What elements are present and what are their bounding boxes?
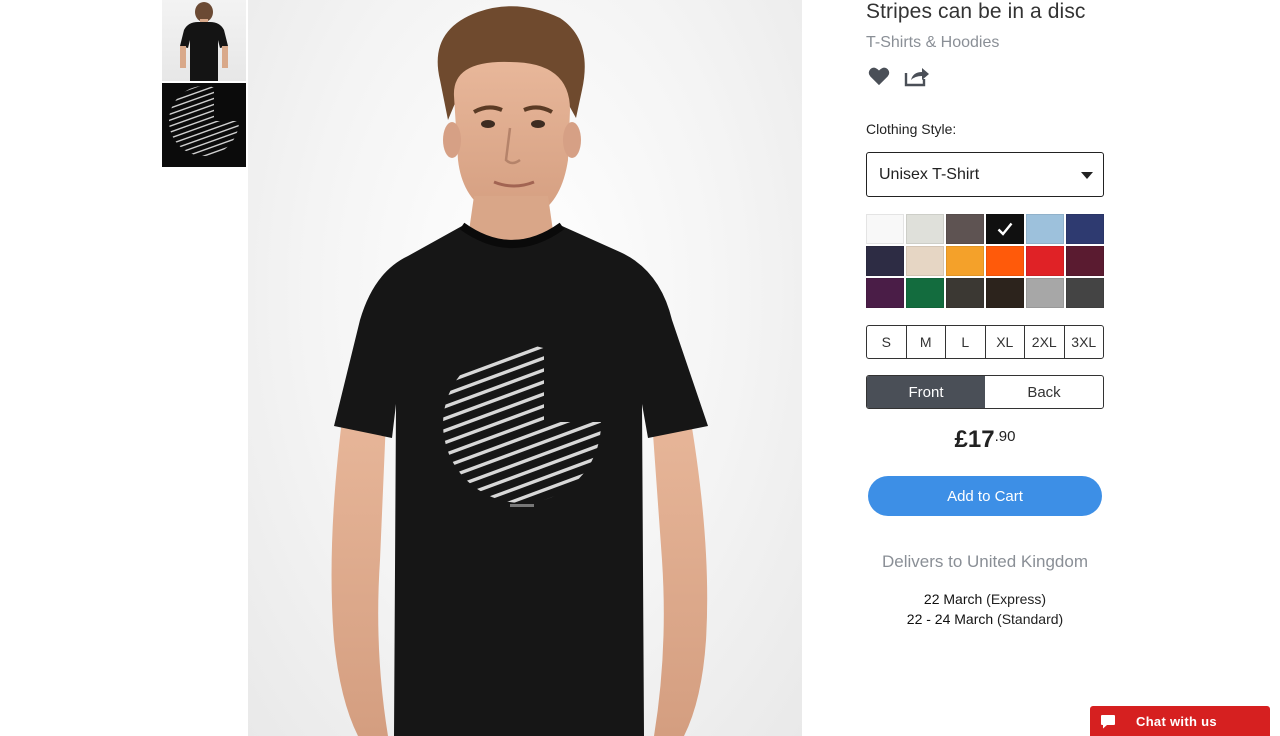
clothing-style-label: Clothing Style: — [866, 121, 957, 137]
color-swatch[interactable] — [1026, 214, 1064, 244]
delivery-heading: Delivers to United Kingdom — [882, 552, 1088, 571]
color-swatch[interactable] — [866, 214, 904, 244]
color-swatch-grid — [866, 214, 1104, 308]
standard-date: 22 - 24 March — [906, 611, 994, 627]
clothing-style-select[interactable]: Unisex T-Shirt — [866, 152, 1104, 197]
product-main-image — [248, 0, 802, 736]
color-swatch[interactable] — [986, 246, 1024, 276]
size-option-s[interactable]: S — [867, 326, 907, 358]
size-option-l[interactable]: L — [946, 326, 986, 358]
back-view-image — [180, 2, 228, 81]
color-swatch[interactable] — [906, 246, 944, 276]
size-option-m[interactable]: M — [907, 326, 946, 358]
price-cents: .90 — [994, 428, 1016, 445]
color-swatch[interactable] — [986, 214, 1024, 244]
express-date: 22 March — [923, 591, 983, 607]
clothing-style-value: Unisex T-Shirt — [879, 165, 980, 183]
standard-label: (Standard) — [993, 611, 1064, 627]
color-swatch[interactable] — [986, 278, 1024, 308]
caret-down-icon — [1081, 172, 1093, 179]
color-swatch[interactable] — [866, 278, 904, 308]
thumbnail-back-view[interactable] — [162, 0, 246, 81]
express-label: (Express) — [982, 591, 1047, 607]
heart-icon[interactable] — [866, 64, 892, 88]
color-swatch[interactable] — [1066, 246, 1104, 276]
size-option-2xl[interactable]: 2XL — [1025, 326, 1065, 358]
share-icon[interactable] — [904, 64, 930, 88]
color-swatch[interactable] — [1026, 278, 1064, 308]
color-swatch[interactable] — [906, 214, 944, 244]
thumbnail-design-view[interactable] — [162, 83, 246, 167]
color-swatch[interactable] — [1066, 278, 1104, 308]
model-tshirt-illustration — [331, 6, 708, 736]
thumbnail-list — [162, 0, 246, 167]
color-swatch[interactable] — [946, 214, 984, 244]
add-to-cart-button[interactable]: Add to Cart — [868, 476, 1102, 516]
chat-label: Chat with us — [1136, 713, 1217, 729]
chat-widget-button[interactable]: Chat with us — [1090, 706, 1270, 736]
color-swatch[interactable] — [946, 278, 984, 308]
size-selector: S M L XL 2XL 3XL — [866, 325, 1104, 359]
product-title: Stripes can be in a disc — [866, 0, 1086, 23]
product-category-link[interactable]: T-Shirts & Hoodies — [866, 34, 999, 52]
chat-bubble-icon — [1101, 714, 1115, 728]
view-front-button[interactable]: Front — [867, 376, 985, 408]
price-main: £17 — [954, 426, 995, 453]
color-swatch[interactable] — [1066, 214, 1104, 244]
delivery-standard: 22 - 24 March (Standard) — [866, 611, 1104, 627]
color-swatch[interactable] — [1026, 246, 1064, 276]
product-actions — [866, 64, 930, 88]
price: £17.90 — [866, 426, 1104, 454]
view-toggle: Front Back — [866, 375, 1104, 409]
design-view-image — [169, 86, 246, 156]
delivery-express: 22 March (Express) — [866, 591, 1104, 607]
color-swatch[interactable] — [946, 246, 984, 276]
checkmark-icon — [987, 215, 1023, 243]
view-back-button[interactable]: Back — [985, 376, 1103, 408]
color-swatch[interactable] — [906, 278, 944, 308]
size-option-xl[interactable]: XL — [986, 326, 1025, 358]
color-swatch[interactable] — [866, 246, 904, 276]
size-option-3xl[interactable]: 3XL — [1065, 326, 1104, 358]
